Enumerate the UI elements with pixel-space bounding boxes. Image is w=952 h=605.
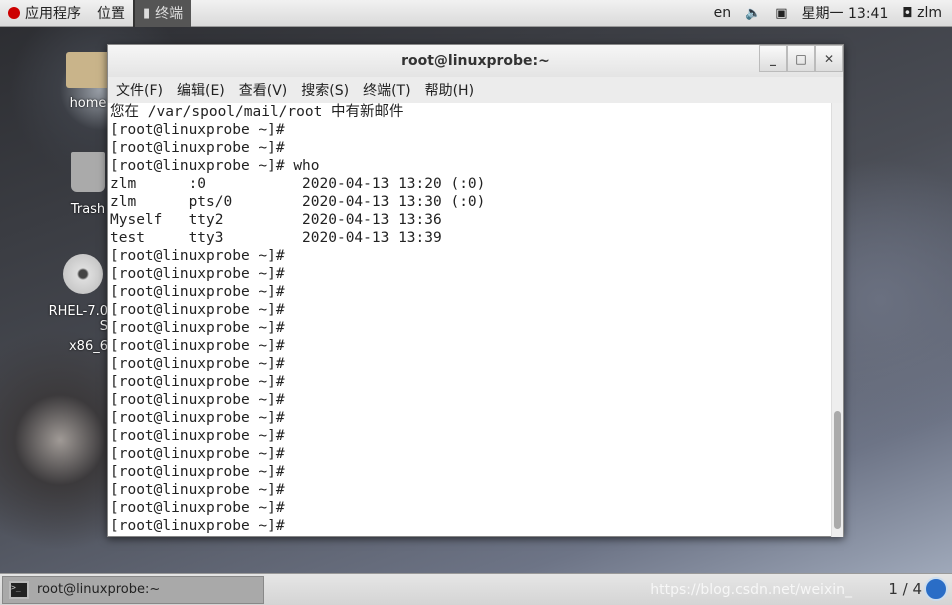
clock[interactable]: 星期一 13:41 [802,3,889,23]
places-menu[interactable]: 位置 [89,0,133,26]
taskbar-label: root@linuxprobe:~ [37,582,161,597]
terminal-line: [root@linuxprobe ~]# [110,482,285,498]
maximize-button[interactable]: □ [787,45,815,72]
terminal-line: test tty3 2020-04-13 13:39 [110,230,442,246]
terminal-line: [root@linuxprobe ~]# [110,374,285,390]
terminal-line: [root@linuxprobe ~]# [110,266,285,282]
terminal-app-button[interactable]: ▮ 终端 [133,0,192,27]
terminal-line: [root@linuxprobe ~]# [110,446,285,462]
terminal-line: [root@linuxprobe ~]# who [110,158,320,174]
terminal-line: [root@linuxprobe ~]# [110,140,285,156]
menu-edit[interactable]: 编辑(E) [177,80,225,100]
folder-icon [66,52,110,88]
terminal-label: 终端 [155,6,184,22]
dvd-label-2: x86_6 [68,339,108,354]
minimize-button[interactable]: _ [759,45,787,72]
redhat-icon [8,7,20,19]
menu-search[interactable]: 搜索(S) [301,80,349,100]
terminal-line: zlm :0 2020-04-13 13:20 (:0) [110,176,486,192]
dvd-icon [63,254,103,294]
terminal-line: [root@linuxprobe ~]# [110,320,285,336]
terminal-line: [root@linuxprobe ~]# [110,248,285,264]
applications-label: 应用程序 [25,6,81,22]
menu-bar: 文件(F) 编辑(E) 查看(V) 搜索(S) 终端(T) 帮助(H) [108,77,843,103]
menu-terminal[interactable]: 终端(T) [363,80,410,100]
terminal-line: Myself tty2 2020-04-13 13:36 [110,212,442,228]
taskbar-terminal[interactable]: >_ root@linuxprobe:~ [2,575,264,604]
home-label: home [69,96,107,111]
terminal-line: [root@linuxprobe ~]# [110,338,285,354]
language-indicator[interactable]: en [714,5,732,21]
terminal-line: [root@linuxprobe ~]# [110,356,285,372]
network-icon[interactable]: ▣ [775,6,787,21]
terminal-window: root@linuxprobe:~ _ □ ✕ 文件(F) 编辑(E) 查看(V) … [107,44,844,537]
terminal-line: [root@linuxprobe ~]# [110,518,285,534]
terminal-icon: >_ [9,580,29,599]
terminal-line: [root@linuxprobe ~]# [110,284,285,300]
bottom-panel: >_ root@linuxprobe:~ https://blog.csdn.ne… [0,573,952,605]
top-panel: 应用程序 位置 ▮ 终端 en 🔈 ▣ 星期一 13:41 ◘ zlm [0,0,952,27]
menu-help[interactable]: 帮助(H) [425,80,474,100]
terminal-line: 您在 /var/spool/mail/root 中有新邮件 [110,104,404,120]
terminal-line: [root@linuxprobe ~]# [110,122,285,138]
workspace-indicator[interactable]: 1 / 4 [888,580,922,598]
scrollbar-thumb[interactable] [834,411,841,529]
terminal-line: [root@linuxprobe ~]# [110,410,285,426]
scrollbar[interactable] [831,103,843,537]
terminal-line: [root@linuxprobe ~]# [110,392,285,408]
volume-icon[interactable]: 🔈 [745,6,761,21]
user-name: zlm [917,5,942,21]
terminal-line: zlm pts/0 2020-04-13 13:30 (:0) [110,194,486,210]
close-button[interactable]: ✕ [815,45,843,72]
user-menu[interactable]: ◘ zlm [902,5,942,21]
window-titlebar[interactable]: root@linuxprobe:~ _ □ ✕ [108,45,843,77]
terminal-icon: ▮ [143,5,151,21]
terminal-line: [root@linuxprobe ~]# [110,428,285,444]
menu-file[interactable]: 文件(F) [116,80,163,100]
notification-badge-icon[interactable] [924,577,948,601]
window-title: root@linuxprobe:~ [401,53,550,69]
watermark: https://blog.csdn.net/weixin_ [650,582,852,598]
trash-icon [71,152,105,192]
terminal-line: [root@linuxprobe ~]# [110,500,285,516]
user-icon: ◘ [902,6,913,21]
desktop-dvd[interactable]: RHEL-7.0 S x86_6 [43,254,108,354]
terminal-output[interactable]: 您在 /var/spool/mail/root 中有新邮件 [root@linux… [108,103,832,537]
terminal-line: [root@linuxprobe ~]# [110,464,285,480]
dvd-label: RHEL-7.0 S [48,304,108,334]
trash-label: Trash [70,202,106,217]
terminal-line: [root@linuxprobe ~]# [110,302,285,318]
applications-menu[interactable]: 应用程序 [0,0,89,26]
menu-view[interactable]: 查看(V) [239,80,288,100]
